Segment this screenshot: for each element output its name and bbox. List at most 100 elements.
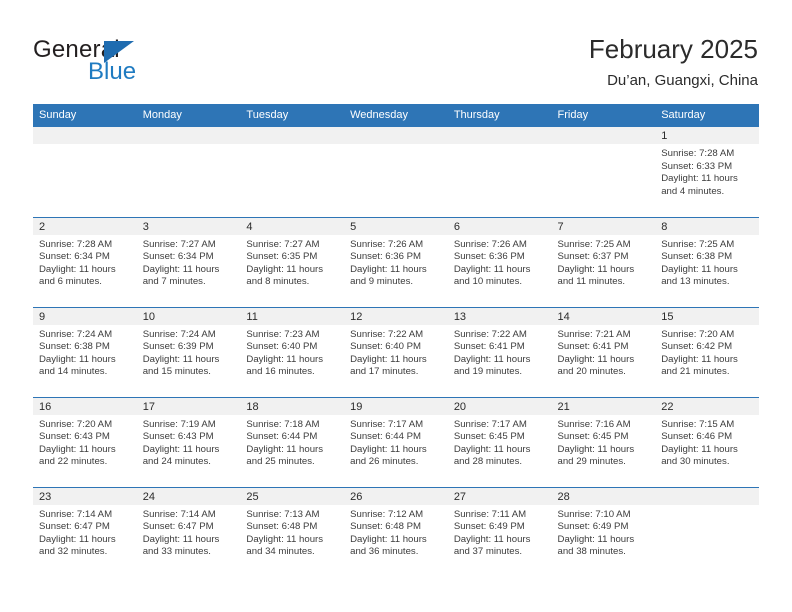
sunrise-text: Sunrise: 7:21 AM: [557, 328, 631, 340]
calendar-day-cell[interactable]: 15 Sunrise: 7:20 AM Sunset: 6:42 PM Dayl…: [655, 306, 759, 397]
calendar-day-cell[interactable]: 5 Sunrise: 7:26 AM Sunset: 6:36 PM Dayli…: [344, 216, 448, 307]
dow-header-thursday: Thursday: [447, 104, 552, 127]
day-number: 14: [551, 307, 656, 325]
day-number: 26: [344, 487, 448, 505]
day-details: Sunrise: 7:18 AM Sunset: 6:44 PM Dayligh…: [240, 415, 344, 469]
day-details: Sunrise: 7:25 AM Sunset: 6:37 PM Dayligh…: [552, 235, 656, 289]
day-details: Sunrise: 7:12 AM Sunset: 6:48 PM Dayligh…: [344, 505, 448, 559]
daylight-text: Daylight: 11 hours and 24 minutes.: [142, 443, 220, 468]
day-details: Sunrise: 7:25 AM Sunset: 6:38 PM Dayligh…: [655, 235, 759, 289]
daylight-text: Daylight: 11 hours and 36 minutes.: [350, 533, 427, 558]
sunset-text: Sunset: 6:35 PM: [246, 251, 318, 263]
day-details: Sunrise: 7:17 AM Sunset: 6:44 PM Dayligh…: [344, 415, 448, 469]
calendar-day-cell[interactable]: 4 Sunrise: 7:27 AM Sunset: 6:35 PM Dayli…: [240, 216, 345, 307]
sunset-text: Sunset: 6:40 PM: [350, 341, 422, 353]
calendar-day-cell[interactable]: 10 Sunrise: 7:24 AM Sunset: 6:39 PM Dayl…: [136, 306, 241, 397]
sunrise-text: Sunrise: 7:15 AM: [661, 418, 735, 430]
calendar-day-cell[interactable]: 24 Sunrise: 7:14 AM Sunset: 6:47 PM Dayl…: [136, 486, 241, 577]
sunset-text: Sunset: 6:41 PM: [453, 341, 525, 353]
calendar-day-cell[interactable]: 18 Sunrise: 7:18 AM Sunset: 6:44 PM Dayl…: [240, 396, 345, 487]
sunset-text: Sunset: 6:45 PM: [453, 431, 525, 443]
day-number: 3: [136, 217, 241, 235]
calendar-day-cell[interactable]: 16 Sunrise: 7:20 AM Sunset: 6:43 PM Dayl…: [33, 396, 137, 487]
calendar-day-cell[interactable]: 23 Sunrise: 7:14 AM Sunset: 6:47 PM Dayl…: [33, 486, 137, 577]
sunset-text: Sunset: 6:33 PM: [661, 160, 733, 172]
day-number: 9: [33, 307, 137, 325]
sunrise-text: Sunrise: 7:13 AM: [246, 508, 320, 520]
sunrise-text: Sunrise: 7:24 AM: [39, 328, 113, 340]
daylight-text: Daylight: 11 hours and 11 minutes.: [557, 263, 635, 288]
day-number: 11: [240, 307, 345, 325]
day-number: 16: [33, 397, 137, 415]
daylight-text: Daylight: 11 hours and 9 minutes.: [350, 263, 427, 288]
day-number: [447, 127, 552, 144]
calendar-day-cell[interactable]: 28 Sunrise: 7:10 AM Sunset: 6:49 PM Dayl…: [551, 486, 656, 577]
sunset-text: Sunset: 6:40 PM: [246, 341, 318, 353]
calendar-day-cell[interactable]: 25 Sunrise: 7:13 AM Sunset: 6:48 PM Dayl…: [240, 486, 345, 577]
sunset-text: Sunset: 6:41 PM: [557, 341, 629, 353]
sunset-text: Sunset: 6:46 PM: [661, 431, 733, 443]
calendar-day-cell[interactable]: 1 Sunrise: 7:28 AM Sunset: 6:33 PM Dayli…: [655, 127, 759, 217]
daylight-text: Daylight: 11 hours and 15 minutes.: [142, 353, 220, 378]
calendar-day-cell: [344, 127, 448, 217]
day-number: 21: [551, 397, 656, 415]
daylight-text: Daylight: 11 hours and 13 minutes.: [661, 263, 738, 288]
sunset-text: Sunset: 6:49 PM: [453, 521, 525, 533]
day-number: 2: [33, 217, 137, 235]
calendar-day-cell[interactable]: 6 Sunrise: 7:26 AM Sunset: 6:36 PM Dayli…: [447, 216, 552, 307]
calendar-day-cell[interactable]: 3 Sunrise: 7:27 AM Sunset: 6:34 PM Dayli…: [136, 216, 241, 307]
day-details: Sunrise: 7:13 AM Sunset: 6:48 PM Dayligh…: [240, 505, 344, 559]
sunrise-text: Sunrise: 7:20 AM: [661, 328, 735, 340]
daylight-text: Daylight: 11 hours and 4 minutes.: [661, 173, 738, 197]
daylight-text: Daylight: 11 hours and 28 minutes.: [453, 443, 531, 468]
calendar-day-cell: [33, 127, 137, 217]
sunrise-text: Sunrise: 7:20 AM: [39, 418, 113, 430]
calendar-day-cell[interactable]: 13 Sunrise: 7:22 AM Sunset: 6:41 PM Dayl…: [447, 306, 552, 397]
day-details: Sunrise: 7:20 AM Sunset: 6:43 PM Dayligh…: [33, 415, 137, 469]
day-details: Sunrise: 7:22 AM Sunset: 6:40 PM Dayligh…: [344, 325, 448, 379]
daylight-text: Daylight: 11 hours and 14 minutes.: [39, 353, 116, 378]
daylight-text: Daylight: 11 hours and 16 minutes.: [246, 353, 324, 378]
calendar-week-row: 2 Sunrise: 7:28 AM Sunset: 6:34 PM Dayli…: [33, 216, 759, 307]
calendar-week-row: 16 Sunrise: 7:20 AM Sunset: 6:43 PM Dayl…: [33, 396, 759, 487]
calendar-week-row: 23 Sunrise: 7:14 AM Sunset: 6:47 PM Dayl…: [33, 486, 759, 577]
calendar-day-cell[interactable]: 26 Sunrise: 7:12 AM Sunset: 6:48 PM Dayl…: [344, 486, 448, 577]
sunset-text: Sunset: 6:42 PM: [661, 341, 733, 353]
sunset-text: Sunset: 6:36 PM: [453, 251, 525, 263]
calendar-day-cell[interactable]: 2 Sunrise: 7:28 AM Sunset: 6:34 PM Dayli…: [33, 216, 137, 307]
calendar-day-cell[interactable]: 14 Sunrise: 7:21 AM Sunset: 6:41 PM Dayl…: [551, 306, 656, 397]
day-number: [551, 127, 656, 144]
brand-logo[interactable]: General Blue: [33, 37, 233, 89]
day-details: Sunrise: 7:10 AM Sunset: 6:49 PM Dayligh…: [552, 505, 656, 559]
calendar-day-cell[interactable]: 20 Sunrise: 7:17 AM Sunset: 6:45 PM Dayl…: [447, 396, 552, 487]
calendar-day-cell[interactable]: 27 Sunrise: 7:11 AM Sunset: 6:49 PM Dayl…: [447, 486, 552, 577]
sunrise-text: Sunrise: 7:28 AM: [661, 148, 735, 159]
sunrise-text: Sunrise: 7:19 AM: [142, 418, 216, 430]
day-number: 25: [240, 487, 345, 505]
sunset-text: Sunset: 6:43 PM: [39, 431, 110, 443]
daylight-text: Daylight: 11 hours and 29 minutes.: [557, 443, 635, 468]
calendar-day-cell[interactable]: 9 Sunrise: 7:24 AM Sunset: 6:38 PM Dayli…: [33, 306, 137, 397]
sunrise-text: Sunrise: 7:12 AM: [350, 508, 424, 520]
daylight-text: Daylight: 11 hours and 19 minutes.: [453, 353, 531, 378]
day-details: Sunrise: 7:14 AM Sunset: 6:47 PM Dayligh…: [33, 505, 137, 559]
sunset-text: Sunset: 6:39 PM: [142, 341, 214, 353]
day-number: [655, 487, 759, 505]
page-title: February 2025: [588, 34, 758, 64]
calendar-day-cell[interactable]: 17 Sunrise: 7:19 AM Sunset: 6:43 PM Dayl…: [136, 396, 241, 487]
calendar-day-cell[interactable]: 22 Sunrise: 7:15 AM Sunset: 6:46 PM Dayl…: [655, 396, 759, 487]
sunset-text: Sunset: 6:34 PM: [39, 251, 110, 263]
sunset-text: Sunset: 6:37 PM: [557, 251, 629, 263]
calendar-day-cell[interactable]: 7 Sunrise: 7:25 AM Sunset: 6:37 PM Dayli…: [551, 216, 656, 307]
calendar-day-cell[interactable]: 21 Sunrise: 7:16 AM Sunset: 6:45 PM Dayl…: [551, 396, 656, 487]
calendar-day-cell[interactable]: 11 Sunrise: 7:23 AM Sunset: 6:40 PM Dayl…: [240, 306, 345, 397]
calendar-day-cell[interactable]: 12 Sunrise: 7:22 AM Sunset: 6:40 PM Dayl…: [344, 306, 448, 397]
calendar-week-row: 1 Sunrise: 7:28 AM Sunset: 6:33 PM Dayli…: [33, 127, 759, 217]
calendar-day-cell[interactable]: 19 Sunrise: 7:17 AM Sunset: 6:44 PM Dayl…: [344, 396, 448, 487]
day-details: Sunrise: 7:11 AM Sunset: 6:49 PM Dayligh…: [448, 505, 552, 559]
daylight-text: Daylight: 11 hours and 10 minutes.: [453, 263, 531, 288]
day-details: Sunrise: 7:17 AM Sunset: 6:45 PM Dayligh…: [448, 415, 552, 469]
calendar-day-cell[interactable]: 8 Sunrise: 7:25 AM Sunset: 6:38 PM Dayli…: [655, 216, 759, 307]
sunrise-text: Sunrise: 7:26 AM: [453, 238, 527, 250]
sunrise-text: Sunrise: 7:18 AM: [246, 418, 320, 430]
